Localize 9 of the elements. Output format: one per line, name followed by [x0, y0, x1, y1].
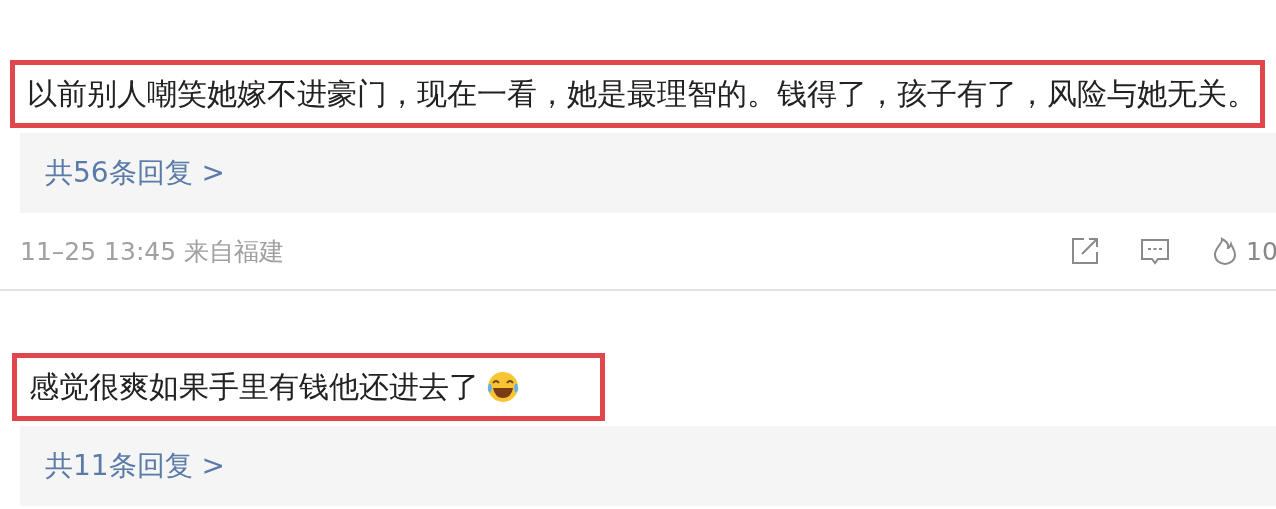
replies-link[interactable]: 共56条回复 >	[45, 154, 225, 192]
share-icon[interactable]	[1070, 236, 1100, 266]
comment-icon[interactable]	[1140, 236, 1170, 266]
laughing-emoji-icon	[485, 370, 521, 404]
like-count: 10	[1246, 236, 1276, 266]
comment-text: 感觉很爽如果手里有钱他还进去了	[29, 367, 479, 406]
replies-link[interactable]: 共11条回复 >	[45, 447, 225, 485]
comment-text: 以前别人嘲笑她嫁不进豪门，现在一看，她是最理智的。钱得了，孩子有了，风险与她无关。	[27, 74, 1257, 113]
comment-time: 11–25 13:45 来自福建	[20, 235, 286, 268]
